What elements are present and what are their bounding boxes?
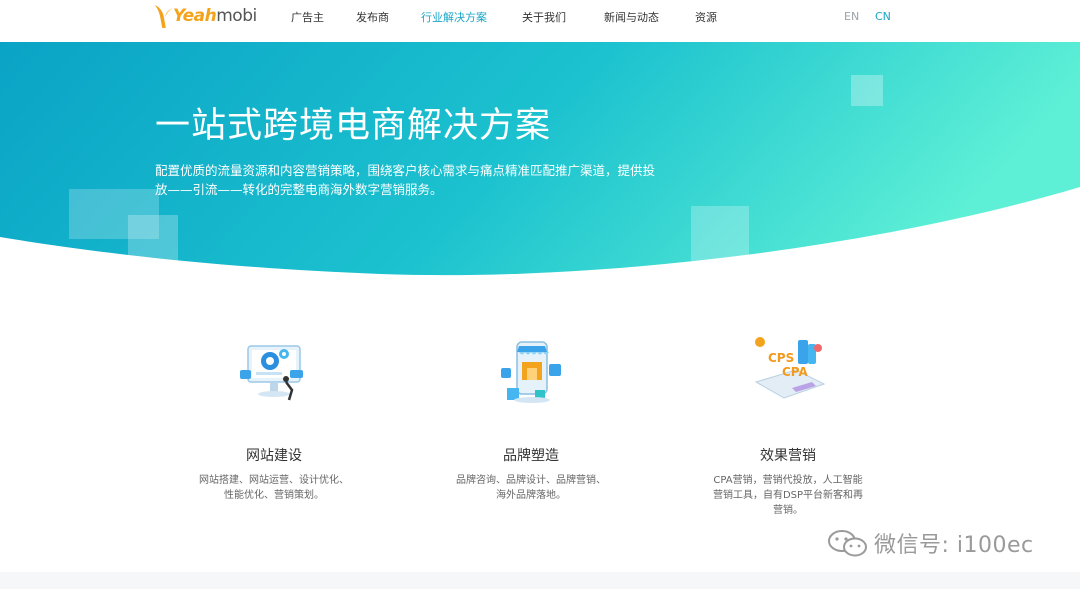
service-title: 效果营销	[760, 448, 816, 464]
service-title: 网站建设	[246, 448, 302, 464]
performance-marketing-icon: CPS CPA	[754, 337, 826, 399]
nav-industry-solutions[interactable]: 行业解决方案	[421, 9, 487, 25]
nav-news[interactable]: 新闻与动态	[604, 9, 659, 25]
service-title: 品牌塑造	[503, 448, 559, 464]
nav-advertisers[interactable]: 广告主	[291, 9, 324, 25]
website-build-icon	[240, 345, 303, 401]
watermark-text: 微信号: i100ec	[874, 533, 1034, 558]
site-header: Yeahmobi 广告主 发布商 行业解决方案 关于我们 新闻与动态 资源 EN…	[0, 0, 1080, 42]
yeahmobi-logo[interactable]: Yeahmobi	[154, 1, 257, 31]
hero-banner: 一站式跨境电商解决方案 配置优质的流量资源和内容营销策略，围绕客户核心需求与痛点…	[0, 42, 1080, 282]
wechat-icon	[828, 530, 867, 557]
lang-en-link[interactable]: EN	[844, 10, 859, 23]
brand-store-icon	[501, 341, 561, 403]
hero-description: 配置优质的流量资源和内容营销策略，围绕客户核心需求与痛点精准匹配推广渠道，提供投…	[155, 163, 656, 197]
service-description: 品牌咨询、品牌设计、品牌营销、 海外品牌落地。	[456, 475, 606, 501]
logo-text: Yeahmobi	[173, 6, 257, 26]
footer-strip	[0, 572, 1080, 589]
hero-title: 一站式跨境电商解决方案	[155, 106, 552, 146]
lang-cn-link[interactable]: CN	[875, 10, 891, 23]
logo-wing-icon	[154, 5, 174, 28]
wechat-watermark: 微信号: i100ec	[826, 527, 1034, 559]
service-description: CPA营销，营销代投放，人工智能 营销工具，自有DSP平台新客和再 营销。	[712, 475, 864, 516]
nav-about-us[interactable]: 关于我们	[522, 9, 566, 25]
svg-text:CPA: CPA	[782, 365, 809, 379]
service-description: 网站搭建、网站运营、设计优化、 性能优化、营销策划。	[199, 475, 349, 501]
svg-text:CPS: CPS	[768, 351, 794, 365]
nav-publishers[interactable]: 发布商	[356, 9, 389, 25]
nav-resources[interactable]: 资源	[695, 9, 717, 25]
